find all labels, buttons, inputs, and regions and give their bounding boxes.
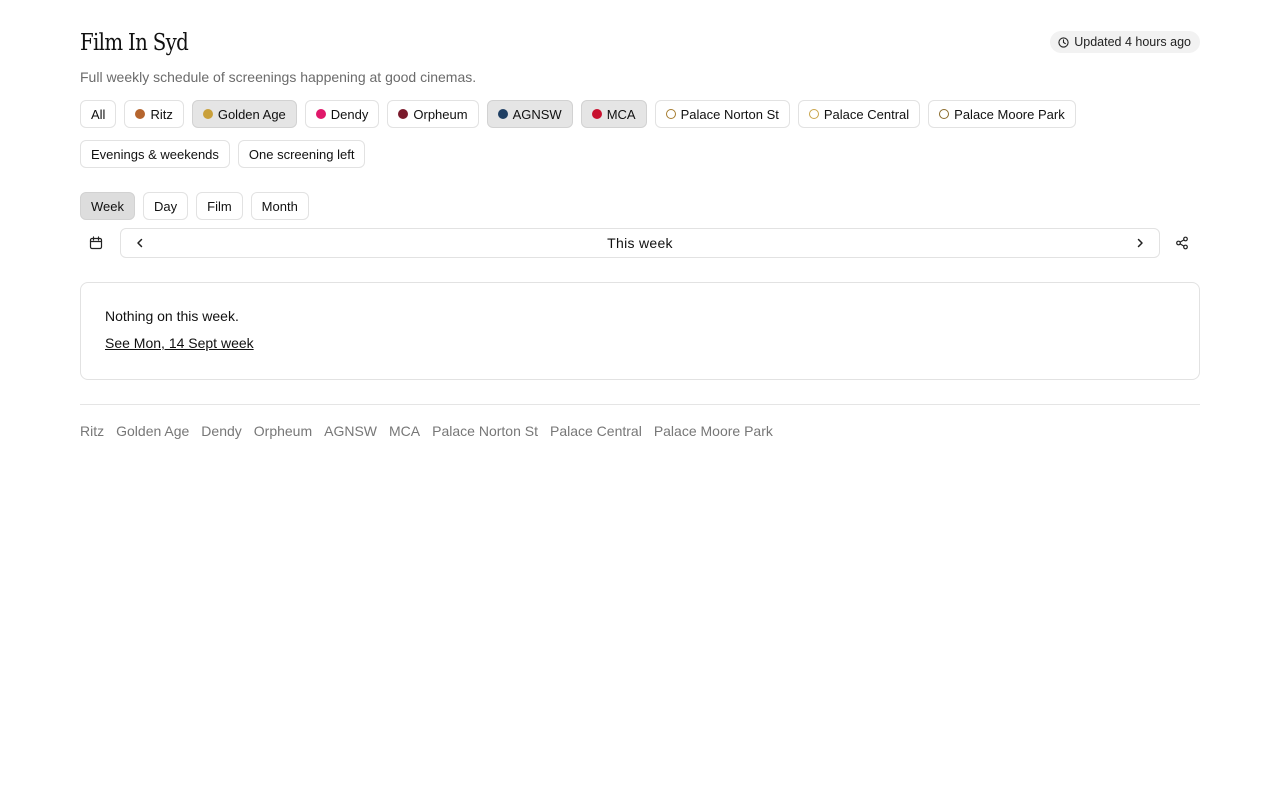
see-week-link[interactable]: See Mon, 14 Sept week	[105, 335, 254, 351]
cinema-color-dot-icon	[398, 109, 409, 119]
filter-chip-mca[interactable]: MCA	[580, 100, 647, 128]
filter-chip-label: Evenings & weekends	[91, 146, 219, 162]
empty-state-card: Nothing on this week. See Mon, 14 Sept w…	[80, 282, 1200, 380]
cinema-color-dot-icon	[591, 109, 602, 119]
cinema-color-dot-icon	[808, 109, 819, 119]
footer-link-palace-norton-st[interactable]: Palace Norton St	[432, 423, 538, 439]
page-title: Film In Syd	[80, 30, 189, 56]
header: Film In Syd Full weekly schedule of scre…	[80, 0, 1200, 100]
week-range-bar: This week	[120, 228, 1160, 258]
filter-chip-palace-moore-park[interactable]: Palace Moore Park	[928, 100, 1076, 128]
filter-chip-palace-norton-st[interactable]: Palace Norton St	[654, 100, 790, 128]
filter-chip-all[interactable]: All	[80, 100, 117, 128]
filter-chip-label: Palace Moore Park	[954, 106, 1065, 122]
footer-link-agnsw[interactable]: AGNSW	[324, 423, 377, 439]
calendar-icon[interactable]	[88, 235, 104, 251]
cinema-color-dot-icon	[315, 109, 326, 119]
filter-chip-label: Ritz	[150, 106, 173, 122]
week-range-label: This week	[607, 235, 673, 251]
share-icon[interactable]	[1174, 235, 1190, 251]
cinema-color-dot-icon	[135, 109, 146, 119]
filter-chip-label: One screening left	[248, 146, 355, 162]
tab-day[interactable]: Day	[143, 192, 189, 220]
cinema-color-dot-icon	[202, 109, 213, 119]
filter-chip-label: Palace Norton St	[680, 106, 779, 122]
empty-state-message: Nothing on this week.	[105, 308, 239, 324]
week-navigator: This week	[80, 228, 1200, 258]
footer-link-orpheum[interactable]: Orpheum	[254, 423, 312, 439]
updated-text: Updated 4 hours ago	[1074, 35, 1191, 49]
filter-chip-one-screening-left[interactable]: One screening left	[237, 140, 366, 168]
footer-link-mca[interactable]: MCA	[389, 423, 420, 439]
filter-chip-label: All	[91, 106, 106, 122]
page-subtitle: Full weekly schedule of screenings happe…	[80, 69, 477, 85]
chevron-right-icon[interactable]	[1133, 236, 1147, 250]
page: Film In Syd Full weekly schedule of scre…	[0, 0, 1280, 800]
tab-month[interactable]: Month	[250, 192, 309, 220]
cinema-color-dot-icon	[665, 109, 676, 119]
footer-link-palace-central[interactable]: Palace Central	[550, 423, 642, 439]
filter-chip-agnsw[interactable]: AGNSW	[486, 100, 573, 128]
filter-chip-palace-central[interactable]: Palace Central	[797, 100, 921, 128]
cinema-color-dot-icon	[497, 109, 508, 119]
filter-chip-label: Palace Central	[823, 106, 910, 122]
tab-film[interactable]: Film	[196, 192, 243, 220]
footer-link-golden-age[interactable]: Golden Age	[116, 423, 189, 439]
clock-icon	[1058, 36, 1069, 48]
filter-chip-dendy[interactable]: Dendy	[304, 100, 380, 128]
filter-chip-label: Dendy	[330, 106, 369, 122]
footer-link-dendy[interactable]: Dendy	[201, 423, 241, 439]
chevron-left-icon[interactable]	[133, 236, 147, 250]
footer-link-palace-moore-park[interactable]: Palace Moore Park	[654, 423, 773, 439]
footer-link-ritz[interactable]: Ritz	[80, 423, 104, 439]
filter-chip-label: AGNSW	[512, 106, 562, 122]
filter-chip-golden-age[interactable]: Golden Age	[191, 100, 297, 128]
filter-chip-label: Golden Age	[217, 106, 286, 122]
updated-badge: Updated 4 hours ago	[1050, 31, 1200, 53]
filter-chip-label: MCA	[606, 106, 636, 122]
filter-chip-orpheum[interactable]: Orpheum	[387, 100, 479, 128]
divider	[80, 404, 1200, 405]
view-tabs: Week Day Film Month	[80, 192, 1200, 220]
cinema-filter-group: All Ritz Golden Age Dendy Orpheum AGNSW MCA Pal…	[80, 100, 1200, 128]
cinema-color-dot-icon	[939, 109, 950, 119]
filter-chip-evenings-and-weekends[interactable]: Evenings & weekends	[80, 140, 230, 168]
extra-filter-group: Evenings & weekends One screening left	[80, 140, 1200, 168]
filter-chip-ritz[interactable]: Ritz	[124, 100, 184, 128]
footer-links: Ritz Golden Age Dendy Orpheum AGNSW MCA Palace…	[80, 423, 1200, 439]
tab-week[interactable]: Week	[80, 192, 135, 220]
filter-chip-label: Orpheum	[413, 106, 468, 122]
